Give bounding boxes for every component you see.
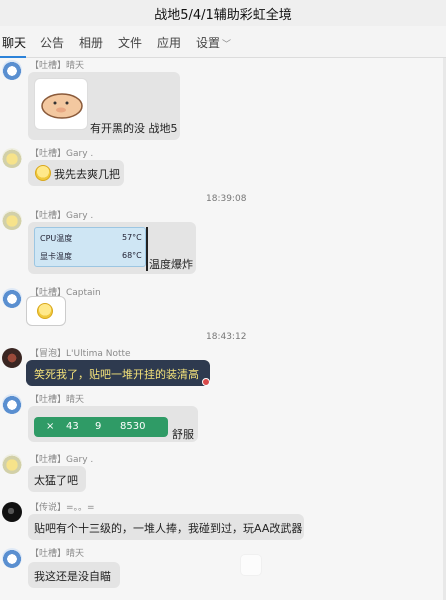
sender-name: 【吐槽】晴天 — [30, 395, 85, 405]
sender-name: 【冒泡】L'Ultima Notte — [30, 349, 131, 359]
watermark-logo-icon — [240, 554, 262, 576]
sender-name: 【吐槽】Gary . — [30, 211, 94, 221]
message-text: 我先去爽几把 — [54, 168, 120, 181]
message-text: 笑死我了，贴吧一堆开挂的装清高 — [34, 368, 199, 381]
sad-face-icon — [35, 165, 51, 181]
avatar[interactable] — [2, 60, 22, 80]
chat-area[interactable]: 【吐槽】晴天 有开黑的没 战地5 【吐槽】Gary . 我先去爽几把 18:39… — [0, 58, 446, 600]
message-text: 有开黑的没 战地5 — [90, 122, 178, 135]
sticker-image — [34, 78, 88, 130]
tab-apps[interactable]: 应用 — [157, 34, 181, 51]
tab-files[interactable]: 文件 — [118, 34, 142, 51]
avatar[interactable] — [2, 288, 22, 308]
sender-name: 【传说】=。。= — [30, 503, 95, 513]
message-bubble[interactable]: CPU温度 57°C 显卡温度 68°C 温度爆炸 — [28, 222, 196, 274]
gpu-temp-value: 68°C — [122, 251, 142, 260]
tab-settings-label: 设置 — [196, 36, 221, 50]
message-text: 太猛了吧 — [34, 474, 78, 487]
message-bubble[interactable]: 笑死我了，贴吧一堆开挂的装清高 — [26, 360, 210, 386]
message-bubble[interactable]: 太猛了吧 — [28, 466, 86, 492]
gpu-temp-label: 显卡温度 — [40, 252, 72, 261]
tab-announcement[interactable]: 公告 — [40, 34, 64, 51]
smiley-icon — [37, 303, 53, 319]
badge-icon — [202, 378, 210, 386]
avatar[interactable] — [2, 210, 22, 230]
tab-chat[interactable]: 聊天 — [2, 34, 26, 51]
message-bubble[interactable]: 我先去爽几把 — [28, 160, 124, 186]
avatar[interactable] — [2, 502, 22, 522]
tab-settings[interactable]: 设置 ﹀ — [196, 34, 231, 51]
game-stats-bar: × 43 9 8530 — [34, 417, 168, 437]
sender-name: 【吐槽】晴天 — [30, 61, 85, 71]
temperature-widget: CPU温度 57°C 显卡温度 68°C — [34, 227, 146, 267]
sender-name: 【吐槽】Gary . — [30, 149, 94, 159]
window-title: 战地5/4/1辅助彩虹全境 — [154, 7, 292, 23]
game-stat-b: 43 — [66, 421, 79, 432]
avatar[interactable] — [2, 148, 22, 168]
pig-sticker-icon — [41, 93, 83, 119]
message-bubble[interactable]: 贴吧有个十三级的，一堆人捧，我碰到过，玩AA改武器 — [28, 514, 304, 540]
message-text: 贴吧有个十三级的，一堆人捧，我碰到过，玩AA改武器 — [34, 522, 303, 535]
divider — [146, 227, 148, 271]
game-stat-d: 8530 — [120, 421, 146, 432]
message-bubble[interactable]: 我这还是没自瞄 — [28, 562, 120, 588]
title-bar: 战地5/4/1辅助彩虹全境 — [0, 0, 446, 26]
message-bubble[interactable]: 有开黑的没 战地5 — [28, 72, 180, 140]
tab-bar: 聊天 公告 相册 文件 应用 设置 ﹀ — [0, 26, 446, 58]
sender-name: 【吐槽】Gary . — [30, 455, 94, 465]
tab-album[interactable]: 相册 — [79, 34, 103, 51]
game-stat-a: × — [46, 421, 55, 432]
avatar[interactable] — [2, 394, 22, 414]
cpu-temp-label: CPU温度 — [40, 234, 73, 243]
message-text: 温度爆炸 — [149, 258, 193, 271]
sender-name: 【吐槽】晴天 — [30, 549, 85, 559]
message-bubble[interactable]: × 43 9 8530 舒服 — [28, 406, 198, 442]
message-text: 舒服 — [172, 428, 194, 441]
chevron-down-icon: ﹀ — [222, 40, 232, 50]
game-stat-c: 9 — [95, 421, 102, 432]
avatar[interactable] — [2, 454, 22, 474]
cpu-temp-value: 57°C — [122, 233, 142, 242]
avatar[interactable] — [2, 548, 22, 568]
message-text: 我这还是没自瞄 — [34, 570, 111, 583]
timestamp: 18:39:08 — [206, 194, 247, 204]
avatar[interactable] — [2, 348, 22, 368]
timestamp: 18:43:12 — [206, 332, 247, 342]
message-bubble[interactable] — [26, 296, 66, 326]
